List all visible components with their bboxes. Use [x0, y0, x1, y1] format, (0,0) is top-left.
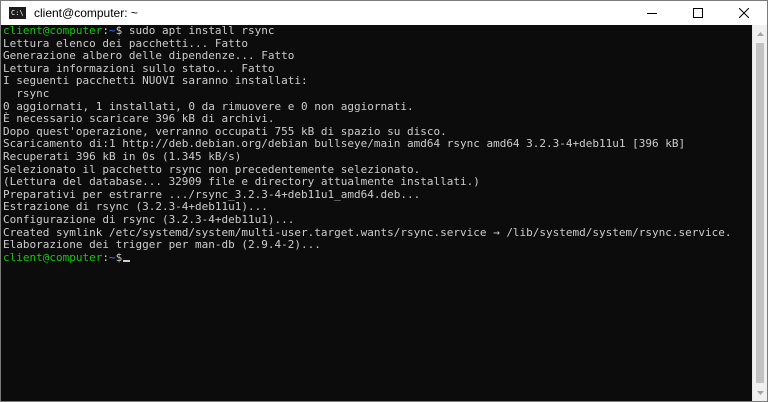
- output-line: Generazione albero delle dipendenze... F…: [3, 49, 295, 63]
- prompt-symbol: $: [115, 25, 123, 37]
- text-cursor: [123, 259, 131, 262]
- minimize-button[interactable]: [629, 1, 675, 25]
- prompt-path: ~: [108, 25, 116, 37]
- title-bar[interactable]: C:\ client@computer: ~: [1, 1, 767, 25]
- output-line: rsync: [3, 86, 50, 100]
- output-line: I seguenti pacchetti NUOVI saranno insta…: [3, 74, 308, 88]
- close-button[interactable]: [721, 1, 767, 25]
- chevron-down-icon: [757, 390, 764, 395]
- scroll-down-button[interactable]: [753, 384, 767, 401]
- scroll-up-button[interactable]: [753, 25, 767, 42]
- prompt-line: client@computer:~$: [1, 250, 753, 265]
- output-line: È necessario scaricare 396 kB di archivi…: [3, 112, 275, 126]
- minimize-icon: [647, 13, 657, 14]
- output-line: Configurazione di rsync (3.2.3-4+deb11u1…: [3, 212, 295, 226]
- output-line: (Lettura del database... 32909 file e di…: [3, 175, 480, 189]
- close-icon: [739, 8, 749, 18]
- scroll-thumb[interactable]: [756, 43, 764, 383]
- terminal-window: C:\ client@computer: ~ client@computer:~…: [0, 0, 768, 402]
- terminal-output[interactable]: client@computer:~$ sudo apt install rsyn…: [1, 25, 753, 401]
- command-line: client@computer:~$ sudo apt install rsyn…: [3, 25, 275, 37]
- prompt-symbol: $: [115, 250, 123, 264]
- console-icon[interactable]: C:\: [9, 7, 26, 19]
- prompt-user: client@computer: [3, 250, 103, 264]
- chevron-up-icon: [757, 31, 764, 36]
- maximize-icon: [693, 8, 703, 18]
- vertical-scrollbar[interactable]: [752, 25, 767, 401]
- prompt-user: client@computer: [3, 25, 103, 37]
- window-controls: [629, 1, 767, 25]
- maximize-button[interactable]: [675, 1, 721, 25]
- output-line: Recuperati 396 kB in 0s (1.345 kB/s): [3, 149, 242, 163]
- window-title: client@computer: ~: [34, 6, 138, 20]
- prompt-path: ~: [108, 250, 116, 264]
- command-text: sudo apt install rsync: [128, 25, 275, 37]
